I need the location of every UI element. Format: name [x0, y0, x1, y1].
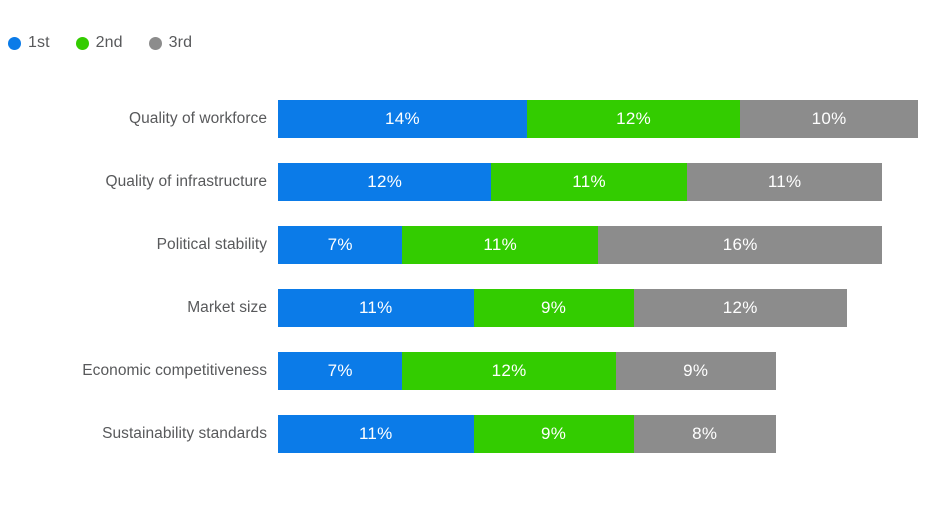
circle-dot-icon	[75, 36, 89, 50]
bar-segment-2nd[interactable]: 11%	[402, 226, 598, 264]
circle-dot-icon	[8, 36, 21, 50]
stacked-bar: 7% 12% 9%	[278, 352, 776, 390]
category-label: Market size	[187, 299, 267, 316]
legend-item-1st[interactable]: 1st	[8, 35, 50, 51]
legend-label: 3rd	[168, 34, 193, 51]
bar-segment-1st[interactable]: 11%	[278, 415, 474, 453]
bar-segment-1st[interactable]: 12%	[278, 163, 492, 201]
bar-segment-1st[interactable]: 7%	[278, 226, 403, 264]
plot-area: Quality of workforce 14% 12% 10% Quality of …	[0, 100, 945, 478]
bar-segment-2nd[interactable]: 9%	[473, 289, 634, 327]
stacked-bar: 7% 11% 16%	[278, 226, 883, 264]
chart-legend: 1st 2nd 3rd	[8, 31, 192, 55]
bar-segment-3rd[interactable]: 8%	[633, 415, 776, 453]
chart-row: Sustainability standards 11% 9% 8%	[0, 415, 945, 478]
category-label: Quality of workforce	[129, 110, 267, 127]
category-label: Sustainability standards	[102, 425, 267, 442]
stacked-bar-chart: 1st 2nd 3rd Quality of workforce 14% 12% 10…	[0, 0, 945, 532]
bar-segment-1st[interactable]: 11%	[278, 289, 474, 327]
bar-segment-3rd[interactable]: 12%	[633, 289, 847, 327]
bar-segment-3rd[interactable]: 16%	[597, 226, 883, 264]
stacked-bar: 11% 9% 12%	[278, 289, 847, 327]
chart-row: Economic competitiveness 7% 12% 9%	[0, 352, 945, 415]
bar-segment-3rd[interactable]: 11%	[686, 163, 883, 201]
bar-segment-2nd[interactable]: 9%	[473, 415, 634, 453]
bar-segment-1st[interactable]: 7%	[278, 352, 403, 390]
legend-label: 2nd	[95, 34, 123, 51]
legend-item-3rd[interactable]: 3rd	[148, 34, 193, 51]
stacked-bar: 12% 11% 11%	[278, 163, 883, 201]
category-label: Economic competitiveness	[82, 362, 267, 379]
chart-row: Quality of workforce 14% 12% 10%	[0, 100, 945, 163]
chart-row: Quality of infrastructure 12% 11% 11%	[0, 163, 945, 226]
bar-segment-2nd[interactable]: 11%	[491, 163, 687, 201]
bar-segment-1st[interactable]: 14%	[278, 100, 527, 138]
bar-segment-3rd[interactable]: 9%	[615, 352, 776, 390]
category-label: Quality of infrastructure	[105, 173, 267, 190]
chart-row: Political stability 7% 11% 16%	[0, 226, 945, 289]
legend-item-2nd[interactable]: 2nd	[75, 34, 123, 51]
stacked-bar: 11% 9% 8%	[278, 415, 776, 453]
category-label: Political stability	[156, 236, 267, 253]
chart-row: Market size 11% 9% 12%	[0, 289, 945, 352]
circle-dot-icon	[148, 36, 162, 50]
bar-segment-2nd[interactable]: 12%	[402, 352, 616, 390]
bar-segment-3rd[interactable]: 10%	[740, 100, 918, 138]
stacked-bar: 14% 12% 10%	[278, 100, 918, 138]
bar-segment-2nd[interactable]: 12%	[526, 100, 741, 138]
legend-label: 1st	[28, 34, 50, 51]
